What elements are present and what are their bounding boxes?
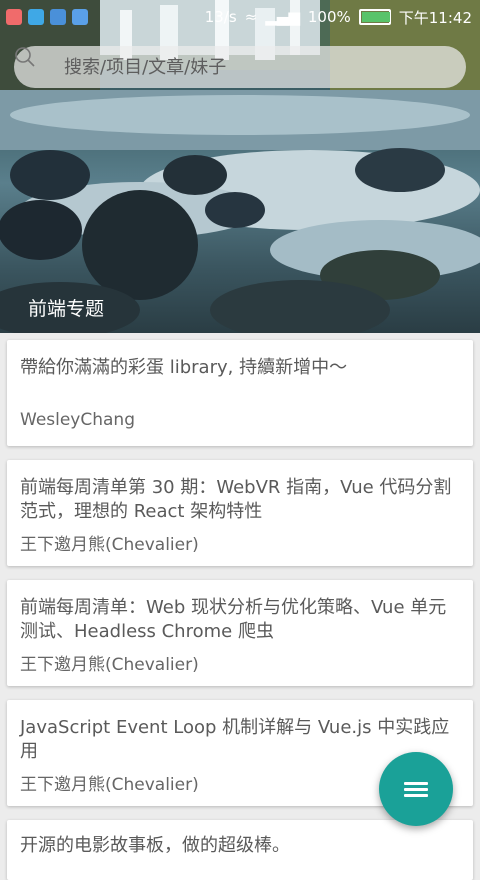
signal-icon: ▂▄▆ <box>265 8 300 26</box>
notification-icon <box>6 9 22 25</box>
notification-icons <box>6 9 88 25</box>
article-title: 前端每周清单：Web 现状分析与优化策略、Vue 单元测试、Headless C… <box>20 597 447 642</box>
article-author: 王下邀月熊(Chevalier) <box>20 775 199 795</box>
search-icon <box>15 46 62 88</box>
article-title: 开源的电影故事板，做的超级棒。 <box>20 835 290 856</box>
search-bar[interactable] <box>14 46 466 88</box>
cloud-icon <box>72 9 88 25</box>
article-author: 王下邀月熊(Chevalier) <box>20 655 199 675</box>
menu-fab-button[interactable] <box>379 752 453 826</box>
article-card[interactable]: 帶給你滿滿的彩蛋 library, 持續新增中～ WesleyChang <box>7 340 473 446</box>
article-author: 王下邀月熊(Chevalier) <box>20 535 199 555</box>
search-input[interactable] <box>62 55 446 79</box>
network-speed: 13/s <box>204 8 237 26</box>
article-card[interactable]: 前端每周清单：Web 现状分析与优化策略、Vue 单元测试、Headless C… <box>7 580 473 686</box>
article-title: 前端每周清单第 30 期：WebVR 指南，Vue 代码分割范式，理想的 Rea… <box>20 477 452 522</box>
battery-icon <box>358 9 391 25</box>
menu-icon <box>404 779 428 800</box>
article-card[interactable]: 前端每周清单第 30 期：WebVR 指南，Vue 代码分割范式，理想的 Rea… <box>7 460 473 566</box>
article-title: 帶給你滿滿的彩蛋 library, 持續新增中～ <box>20 357 348 378</box>
clock: 下午11:42 <box>398 8 472 27</box>
hero-caption: 前端专题 <box>28 298 105 320</box>
article-title: JavaScript Event Loop 机制详解与 Vue.js 中实践应用 <box>20 717 450 762</box>
status-bar: 13/s ≈ ▂▄▆ 100% 下午11:42 <box>0 0 480 34</box>
article-card[interactable]: 开源的电影故事板，做的超级棒。 <box>7 820 473 880</box>
notification-icon <box>28 9 44 25</box>
wifi-icon: ≈ <box>244 8 258 26</box>
battery-percent: 100% <box>307 8 351 26</box>
hero-banner[interactable]: 13/s ≈ ▂▄▆ 100% 下午11:42 前端专题 <box>0 0 480 333</box>
article-author: WesleyChang <box>20 410 135 430</box>
notification-icon <box>50 9 66 25</box>
